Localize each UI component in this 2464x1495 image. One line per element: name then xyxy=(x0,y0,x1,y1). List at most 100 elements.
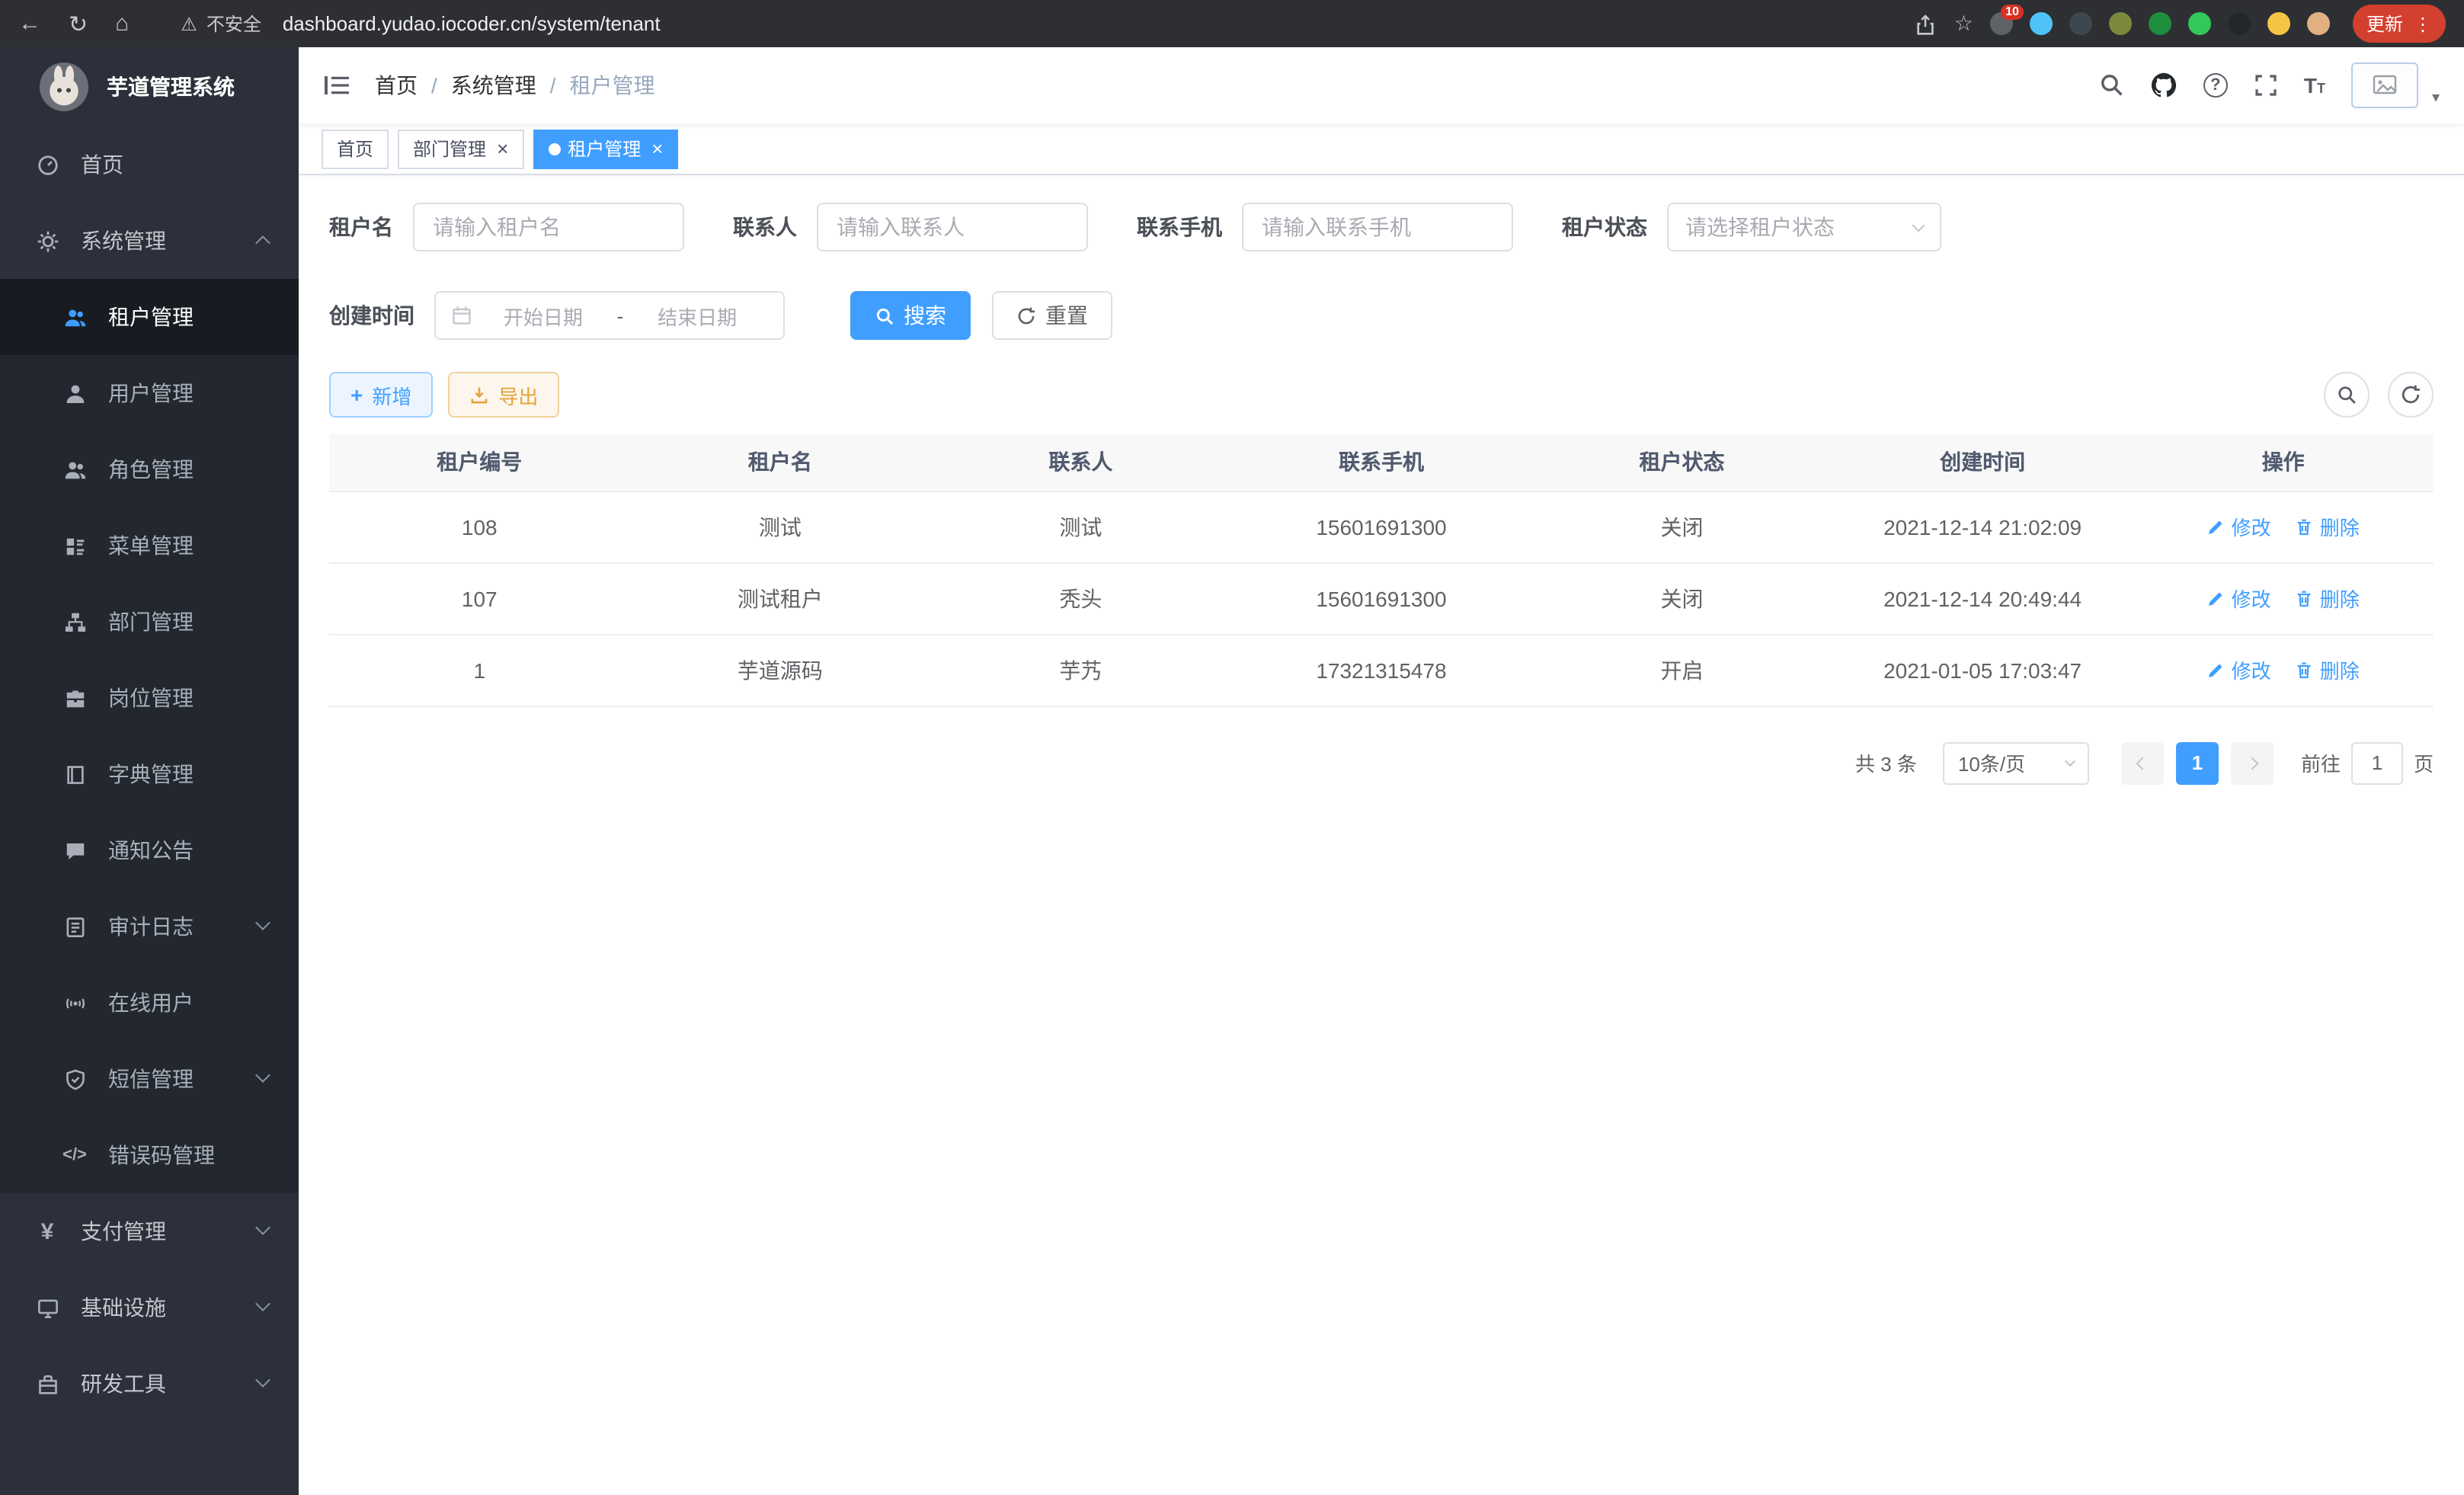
contact-name-input[interactable] xyxy=(817,203,1088,251)
delete-link[interactable]: 删除 xyxy=(2296,655,2360,684)
page-size-select[interactable]: 10条/页 xyxy=(1943,741,2089,784)
edit-link[interactable]: 修改 xyxy=(2207,512,2271,541)
cell-actions: 修改 删除 xyxy=(2133,562,2434,634)
font-size-icon[interactable]: TT xyxy=(2304,73,2325,98)
sidebar-item-dict[interactable]: 字典管理 xyxy=(0,736,299,812)
col-contact: 联系人 xyxy=(930,434,1231,491)
sidebar-item-user[interactable]: 用户管理 xyxy=(0,355,299,431)
bookmark-star-icon[interactable]: ☆ xyxy=(1954,11,1973,37)
sidebar-item-sms[interactable]: 短信管理 xyxy=(0,1041,299,1117)
page-content: 租户名 联系人 联系手机 租户状态 请选择租户状态 xyxy=(299,175,2464,1495)
fullscreen-icon[interactable] xyxy=(2254,72,2278,99)
page-number-button[interactable]: 1 xyxy=(2176,741,2219,784)
cell-contact: 芋艿 xyxy=(930,634,1231,706)
system-submenu: 租户管理 用户管理 角色管理 xyxy=(0,279,299,1193)
cell-contact: 测试 xyxy=(930,491,1231,562)
log-icon xyxy=(61,915,88,938)
sidebar-item-home[interactable]: 首页 xyxy=(0,126,299,203)
search-button[interactable]: 搜索 xyxy=(850,291,971,340)
extension-icon[interactable] xyxy=(2030,12,2053,35)
search-icon[interactable] xyxy=(2098,72,2124,99)
browser-update-button[interactable]: 更新 ⋮ xyxy=(2353,5,2446,43)
extension-icon[interactable] xyxy=(2109,12,2132,35)
app-logo xyxy=(40,62,88,111)
edit-link[interactable]: 修改 xyxy=(2207,655,2271,684)
cell-created: 2021-01-05 17:03:47 xyxy=(1832,634,2133,706)
sidebar-item-infra[interactable]: 基础设施 xyxy=(0,1269,299,1346)
sidebar-item-online-users[interactable]: 在线用户 xyxy=(0,965,299,1041)
tag-tenant[interactable]: 租户管理 × xyxy=(533,129,678,168)
address-bar[interactable]: dashboard.yudao.iocoder.cn/system/tenant xyxy=(283,12,1915,35)
extension-icon[interactable] xyxy=(2149,12,2171,35)
breadcrumb-system[interactable]: 系统管理 xyxy=(451,70,536,101)
github-icon[interactable] xyxy=(2150,72,2178,99)
breadcrumb-separator: / xyxy=(431,73,437,98)
cell-id: 1 xyxy=(329,634,630,706)
sidebar-item-system[interactable]: 系统管理 xyxy=(0,203,299,279)
tag-close-icon[interactable]: × xyxy=(497,139,508,158)
sidebar-item-errcode[interactable]: </> 错误码管理 xyxy=(0,1117,299,1193)
chevron-down-icon xyxy=(255,915,270,930)
app-title: 芋道管理系统 xyxy=(107,72,235,102)
reset-button[interactable]: 重置 xyxy=(992,291,1112,340)
home-icon[interactable]: ⌂ xyxy=(115,11,129,37)
site-security-chip[interactable]: ⚠ 不安全 xyxy=(181,11,261,37)
next-page-button[interactable] xyxy=(2231,741,2274,784)
cell-actions: 修改 删除 xyxy=(2133,634,2434,706)
add-button[interactable]: + 新增 xyxy=(329,372,433,418)
tag-dept[interactable]: 部门管理 × xyxy=(398,129,523,168)
breadcrumb-current: 租户管理 xyxy=(570,70,655,101)
tag-home[interactable]: 首页 xyxy=(322,129,389,168)
sidebar-item-tenant[interactable]: 租户管理 xyxy=(0,279,299,355)
profile-avatar[interactable] xyxy=(2307,12,2330,35)
sidebar-item-dept[interactable]: 部门管理 xyxy=(0,584,299,660)
tags-view: 首页 部门管理 × 租户管理 × xyxy=(299,123,2464,175)
table-row: 108 测试 测试 15601691300 关闭 2021-12-14 21:0… xyxy=(329,491,2434,562)
plus-icon: + xyxy=(350,384,363,405)
kebab-menu-icon[interactable]: ⋮ xyxy=(2414,13,2432,34)
delete-link[interactable]: 删除 xyxy=(2296,584,2360,613)
cell-name: 测试 xyxy=(630,491,931,562)
prev-page-button[interactable] xyxy=(2121,741,2164,784)
breadcrumb-home[interactable]: 首页 xyxy=(375,70,418,101)
back-icon[interactable]: ← xyxy=(18,11,41,37)
export-button[interactable]: 导出 xyxy=(448,372,559,418)
contact-mobile-input[interactable] xyxy=(1242,203,1513,251)
filter-tenant-name: 租户名 xyxy=(329,203,684,251)
col-mobile: 联系手机 xyxy=(1231,434,1532,491)
sidebar-item-menu[interactable]: 菜单管理 xyxy=(0,507,299,584)
extension-icon[interactable] xyxy=(2228,12,2251,35)
share-icon[interactable] xyxy=(1915,11,1938,37)
caret-down-icon[interactable]: ▾ xyxy=(2432,90,2440,107)
table-header-row: 租户编号 租户名 联系人 联系手机 租户状态 创建时间 操作 xyxy=(329,434,2434,491)
extension-icon[interactable] xyxy=(2267,12,2290,35)
edit-link[interactable]: 修改 xyxy=(2207,584,2271,613)
sidebar-item-notice[interactable]: 通知公告 xyxy=(0,812,299,888)
chevron-down-icon xyxy=(1912,219,1925,232)
chevron-up-icon xyxy=(255,235,270,251)
tag-close-icon[interactable]: × xyxy=(651,139,663,158)
delete-link[interactable]: 删除 xyxy=(2296,512,2360,541)
extension-icon[interactable] xyxy=(2188,12,2211,35)
tenant-name-input[interactable] xyxy=(413,203,684,251)
app-logo-row[interactable]: 芋道管理系统 xyxy=(0,47,299,126)
refresh-table-button[interactable] xyxy=(2388,372,2434,418)
extension-icon[interactable] xyxy=(2069,12,2092,35)
reload-icon[interactable]: ↻ xyxy=(69,10,88,37)
sidebar-item-post[interactable]: 岗位管理 xyxy=(0,660,299,736)
user-avatar[interactable] xyxy=(2351,62,2418,108)
sidebar-item-role[interactable]: 角色管理 xyxy=(0,431,299,507)
create-time-range-picker[interactable]: 开始日期 - 结束日期 xyxy=(434,291,785,340)
extension-icon[interactable]: 10 xyxy=(1990,12,2013,35)
sidebar-item-audit-log[interactable]: 审计日志 xyxy=(0,888,299,965)
role-users-icon xyxy=(61,458,88,481)
sidebar-item-pay[interactable]: ¥ 支付管理 xyxy=(0,1193,299,1269)
sidebar-toggle-icon[interactable] xyxy=(323,73,350,98)
toggle-search-button[interactable] xyxy=(2324,372,2370,418)
cell-name: 芋道源码 xyxy=(630,634,931,706)
help-icon[interactable]: ? xyxy=(2203,73,2228,98)
tenant-status-select[interactable]: 请选择租户状态 xyxy=(1667,203,1941,251)
sidebar-item-devtools[interactable]: 研发工具 xyxy=(0,1346,299,1422)
goto-page-input[interactable] xyxy=(2351,741,2403,784)
shield-icon xyxy=(61,1068,88,1090)
